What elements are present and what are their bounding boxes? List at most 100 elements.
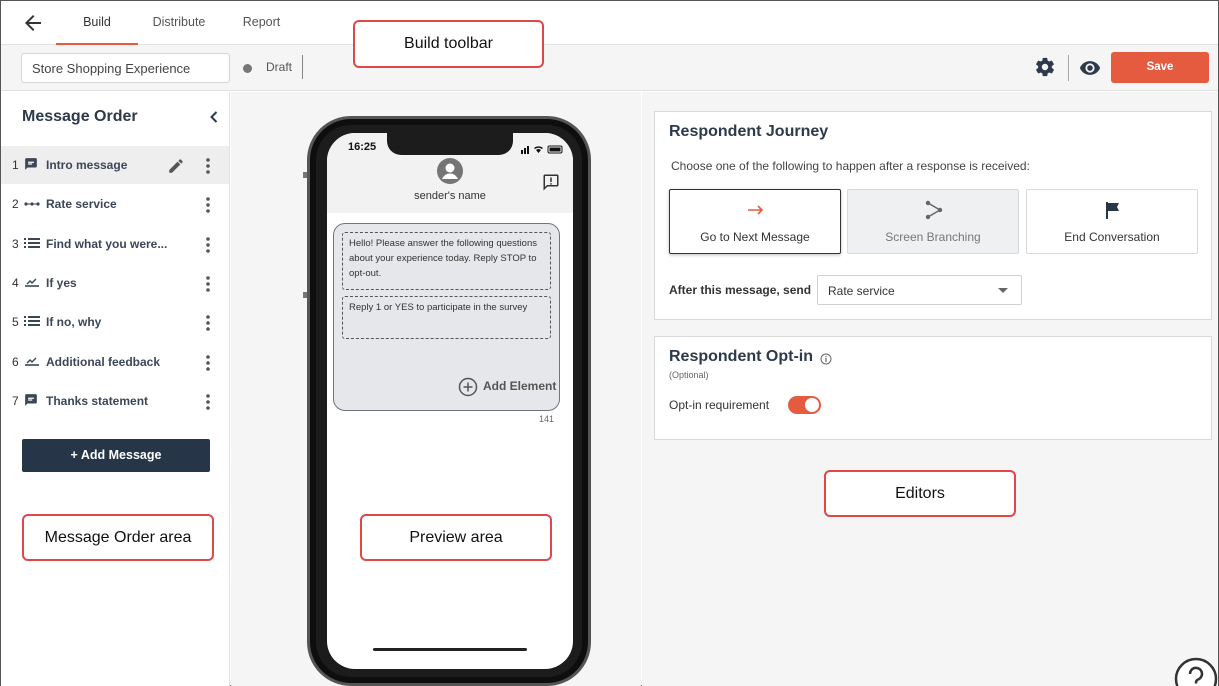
kebab-menu-icon[interactable] [201, 275, 215, 293]
chat-message-icon [24, 157, 40, 173]
top-navigation: Build Distribute Report [1, 1, 1218, 45]
back-arrow-icon[interactable] [21, 11, 45, 35]
phone-notch [387, 133, 513, 155]
after-message-label: After this message, send [669, 283, 812, 297]
message-order-panel: Message Order 1 Intro message 2 Rate ser… [1, 92, 230, 686]
respondent-journey-subtitle: Choose one of the following to happen af… [671, 159, 1030, 173]
message-segment[interactable]: Hello! Please answer the following quest… [342, 232, 551, 290]
plus-circle-icon [458, 377, 478, 397]
list-icon [24, 236, 40, 252]
message-number: 1 [12, 158, 19, 172]
phone-screen: 16:25 sender's name Hello! Please answer… [327, 133, 573, 669]
message-label: Additional feedback [46, 355, 161, 369]
help-icon[interactable] [1174, 657, 1218, 686]
optin-toggle[interactable] [788, 396, 821, 414]
dropdown-caret-icon [998, 288, 1008, 293]
add-element-label: Add Element [483, 379, 557, 393]
signal-wifi-battery-icon [521, 141, 565, 154]
message-number: 2 [12, 197, 19, 211]
character-count: 141 [539, 414, 555, 424]
divider [1068, 55, 1069, 81]
chat-message-icon [24, 393, 40, 409]
message-item-thanks[interactable]: 7 Thanks statement [1, 382, 229, 420]
message-label: Thanks statement [46, 394, 149, 408]
message-label: Rate service [46, 197, 117, 211]
message-order-title: Message Order [22, 108, 138, 125]
choice-label: Go to Next Message [700, 230, 810, 244]
message-item-intro[interactable]: 1 Intro message [1, 146, 229, 184]
screen-branching-option[interactable]: Screen Branching [847, 189, 1019, 254]
kebab-menu-icon[interactable] [201, 236, 215, 254]
tab-distribute[interactable]: Distribute [144, 1, 214, 45]
message-item-find[interactable]: 3 Find what you were... [1, 225, 229, 263]
callout-preview-area: Preview area [360, 514, 552, 561]
phone-mockup: 16:25 sender's name Hello! Please answer… [307, 116, 591, 686]
message-number: 6 [12, 355, 19, 369]
go-to-next-message-option[interactable]: Go to Next Message [669, 189, 841, 254]
respondent-optin-card: Respondent Opt-in (Optional) Opt-in requ… [654, 336, 1212, 440]
editors-area: Respondent Journey Choose one of the fol… [642, 92, 1218, 686]
message-number: 5 [12, 315, 19, 329]
list-icon [24, 314, 40, 330]
choice-label: Screen Branching [885, 230, 981, 244]
message-label: If yes [46, 276, 77, 290]
phone-header: 16:25 sender's name [327, 133, 573, 213]
pencil-edit-icon[interactable] [167, 157, 185, 175]
rating-dots-icon [24, 196, 40, 212]
respondent-optin-title: Respondent Opt-in [669, 348, 813, 365]
build-toolbar: Draft Save [1, 45, 1218, 91]
optional-label: (Optional) [669, 370, 709, 380]
message-label: Intro message [46, 158, 128, 172]
text-entry-icon [24, 354, 40, 370]
gear-icon[interactable] [1034, 56, 1056, 78]
message-number: 3 [12, 237, 19, 251]
add-element-button[interactable]: Add Element [458, 377, 558, 397]
branch-icon [924, 200, 944, 220]
message-label: Find what you were... [46, 237, 168, 251]
chevron-left-icon[interactable] [206, 109, 222, 125]
add-message-button[interactable]: + Add Message [22, 439, 210, 472]
kebab-menu-icon[interactable] [201, 314, 215, 332]
message-item-if-no[interactable]: 5 If no, why [1, 303, 229, 341]
flag-icon [1103, 200, 1123, 220]
phone-time: 16:25 [348, 141, 377, 153]
kebab-menu-icon[interactable] [201, 393, 215, 411]
tab-build[interactable]: Build [56, 1, 138, 45]
status-text: Draft [266, 60, 293, 74]
feedback-alert-icon[interactable] [542, 173, 560, 191]
tab-report[interactable]: Report [234, 1, 289, 45]
save-button[interactable]: Save [1111, 52, 1209, 83]
survey-name-input[interactable] [21, 53, 230, 83]
message-bubble: Hello! Please answer the following quest… [333, 223, 560, 411]
choice-label: End Conversation [1064, 230, 1160, 244]
eye-preview-icon[interactable] [1078, 57, 1102, 79]
callout-editors: Editors [824, 470, 1016, 517]
callout-message-order-area: Message Order area [22, 514, 214, 561]
callout-build-toolbar: Build toolbar [353, 20, 544, 68]
divider [302, 55, 303, 79]
respondent-journey-title: Respondent Journey [669, 123, 829, 140]
message-label: If no, why [46, 315, 102, 329]
select-value: Rate service [828, 284, 895, 298]
text-entry-icon [24, 275, 40, 291]
message-item-rate-service[interactable]: 2 Rate service [1, 185, 229, 223]
message-item-if-yes[interactable]: 4 If yes [1, 264, 229, 302]
kebab-menu-icon[interactable] [201, 157, 215, 175]
message-segment[interactable]: Reply 1 or YES to participate in the sur… [342, 296, 551, 339]
info-icon[interactable] [820, 352, 832, 365]
kebab-menu-icon[interactable] [201, 196, 215, 214]
toggle-knob [805, 398, 819, 412]
kebab-menu-icon[interactable] [201, 354, 215, 372]
preview-area: 16:25 sender's name Hello! Please answer… [231, 92, 641, 686]
home-indicator [373, 648, 527, 651]
optin-requirement-label: Opt-in requirement [669, 398, 770, 412]
next-message-select[interactable]: Rate service [817, 275, 1022, 305]
end-conversation-option[interactable]: End Conversation [1026, 189, 1198, 254]
respondent-journey-card: Respondent Journey Choose one of the fol… [654, 111, 1212, 320]
message-number: 4 [12, 276, 19, 290]
sender-avatar-icon [437, 158, 463, 184]
sender-name: sender's name [414, 190, 486, 202]
message-number: 7 [12, 394, 19, 408]
message-item-additional-feedback[interactable]: 6 Additional feedback [1, 343, 229, 381]
status-dot [243, 64, 252, 73]
